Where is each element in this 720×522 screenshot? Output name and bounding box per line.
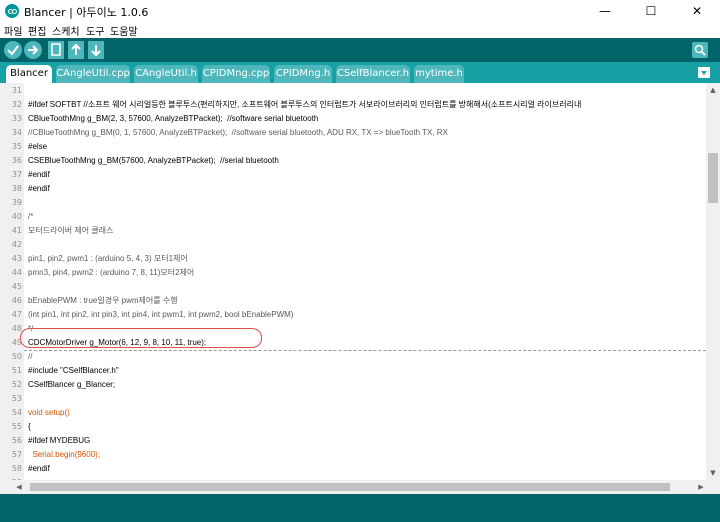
tab-blancer[interactable]: Blancer <box>6 65 52 83</box>
code-line: 32 #ifdef SOFTBT //소프트 웨어 시리얼등한 블루투스(편리하지… <box>11 100 582 109</box>
tab-bar: Blancer CAngleUtil.cpp CAngleUtil.h CPID… <box>0 62 720 83</box>
code-line: 45 <box>11 282 22 291</box>
code-line: 46 bEnablePWM : true일경우 pwm제어를 수행 <box>11 296 178 305</box>
verify-icon[interactable] <box>4 41 22 59</box>
tab-menu-dropdown-icon[interactable] <box>698 67 710 78</box>
tab-cpidmng-h[interactable]: CPIDMng.h <box>274 65 332 83</box>
code-line: 43 pin1, pin2, pwm1 : (arduino 5, 4, 3) 모… <box>11 254 188 263</box>
save-icon[interactable] <box>88 41 104 59</box>
horizontal-scrollbar[interactable]: ◀ ▶ <box>0 480 720 494</box>
toolbar <box>0 38 720 62</box>
minimize-button[interactable]: — <box>582 0 628 22</box>
code-line: 36 CSEBlueToothMng g_BM(57600, AnalyzeBTP… <box>11 156 279 165</box>
window-title: Blancer | 아두이노 1.0.6 <box>24 6 149 19</box>
code-line: 38 #endif <box>11 184 50 193</box>
tab-cselfblancer-h[interactable]: CSelfBlancer.h <box>336 65 410 83</box>
arduino-logo-icon <box>5 4 19 18</box>
close-button[interactable]: ✕ <box>674 0 720 22</box>
menu-edit[interactable]: 편집 <box>28 23 46 38</box>
code-line: 35 #else <box>11 142 48 151</box>
tab-cangleutil-h[interactable]: CAngleUtil.h <box>134 65 198 83</box>
code-line: 50// <box>11 352 33 361</box>
code-line: 52 CSelfBlancer g_Blancer; <box>11 380 116 389</box>
code-line: 47 (int pin1, int pin2, int pin3, int pin… <box>11 310 294 319</box>
status-bar <box>0 494 720 522</box>
vertical-scroll-thumb[interactable] <box>708 153 718 203</box>
dashed-separator <box>24 350 706 351</box>
code-line: 57 Serial.begin(9600); <box>11 450 101 459</box>
serial-monitor-icon[interactable] <box>692 42 708 58</box>
red-highlight-circle <box>20 328 262 348</box>
tab-cangleutil-cpp[interactable]: CAngleUtil.cpp <box>56 65 130 83</box>
code-line: 51 #include "CSelfBlancer.h" <box>11 366 119 375</box>
menu-sketch[interactable]: 스케치 <box>52 23 80 38</box>
scroll-up-icon[interactable]: ▲ <box>706 83 720 97</box>
menu-bar: 파일 편집 스케치 도구 도움말 <box>0 22 720 38</box>
code-line: 40/* <box>11 212 34 221</box>
code-line: 54 void setup() <box>11 408 70 417</box>
code-line: 41 모터드라이버 제어 클래스 <box>11 226 114 235</box>
code-line: 31 <box>11 86 22 95</box>
code-line: 39 <box>11 198 22 207</box>
menu-help[interactable]: 도움말 <box>110 23 138 38</box>
scroll-right-icon[interactable]: ▶ <box>694 480 708 494</box>
code-line: 37 #endif <box>11 170 50 179</box>
scroll-down-icon[interactable]: ▼ <box>706 466 720 480</box>
code-editor[interactable]: 31 32 #ifdef SOFTBT //소프트 웨어 시리얼등한 블루투스(편… <box>0 83 706 480</box>
tab-mytime-h[interactable]: mytime.h <box>414 65 464 83</box>
code-line: 42 <box>11 240 22 249</box>
code-line: 34//CBlueToothMng g_BM(0, 1, 57600, Anal… <box>11 128 448 137</box>
upload-icon[interactable] <box>24 41 42 59</box>
menu-tools[interactable]: 도구 <box>86 23 104 38</box>
menu-file[interactable]: 파일 <box>4 23 22 38</box>
new-icon[interactable] <box>48 41 64 59</box>
scroll-left-icon[interactable]: ◀ <box>12 480 26 494</box>
code-line: 44 pmn3, pin4, pwm2 : (arduino 7, 8, 11)모… <box>11 268 195 277</box>
tab-cpidmng-cpp[interactable]: CPIDMng.cpp <box>202 65 270 83</box>
code-line: 53 <box>11 394 22 403</box>
title-bar: Blancer | 아두이노 1.0.6 — ☐ ✕ <box>0 0 720 23</box>
code-line: 33 CBlueToothMng g_BM(2, 3, 57600, Analyz… <box>11 114 319 123</box>
code-line: 55{ <box>11 422 31 431</box>
code-line: 58 #endif <box>11 464 50 473</box>
horizontal-scroll-thumb[interactable] <box>30 483 670 491</box>
vertical-scrollbar[interactable]: ▲ ▼ <box>706 83 720 480</box>
maximize-button[interactable]: ☐ <box>628 0 674 22</box>
open-icon[interactable] <box>68 41 84 59</box>
code-line: 56 #ifdef MYDEBUG <box>11 436 91 445</box>
